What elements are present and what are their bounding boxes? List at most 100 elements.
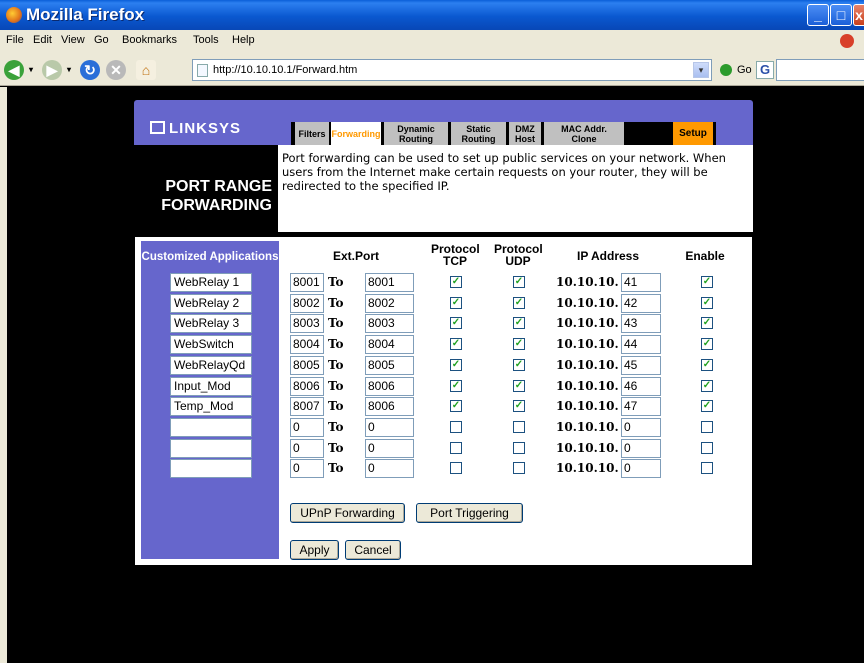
ip-last-octet-input[interactable]: 44 — [621, 335, 661, 355]
reload-icon[interactable]: ↻ — [80, 60, 100, 80]
start-port-input[interactable]: 0 — [290, 438, 324, 458]
end-port-input[interactable]: 8004 — [365, 335, 414, 355]
url-bar[interactable]: http://10.10.10.1/Forward.htm ▾ — [192, 59, 712, 81]
ip-last-octet-input[interactable]: 42 — [621, 293, 661, 313]
tcp-checkbox[interactable]: ✓ — [450, 358, 462, 371]
tab-mac-addr-clone[interactable]: MAC Addr. Clone — [544, 122, 624, 145]
app-name-input[interactable] — [170, 417, 252, 437]
enable-checkbox[interactable]: ✓ — [701, 317, 713, 330]
ip-last-octet-input[interactable]: 0 — [621, 459, 661, 479]
tab-forwarding[interactable]: Forwarding — [331, 122, 381, 145]
tcp-checkbox[interactable]: ✓ — [450, 400, 462, 413]
end-port-input[interactable]: 8005 — [365, 355, 414, 375]
home-icon[interactable]: ⌂ — [136, 60, 156, 80]
udp-checkbox[interactable]: ✓ — [513, 338, 525, 351]
enable-checkbox[interactable] — [701, 420, 713, 433]
end-port-input[interactable]: 8006 — [365, 397, 414, 417]
menu-help[interactable]: Help — [232, 34, 255, 46]
start-port-input[interactable]: 8007 — [290, 397, 324, 417]
tcp-checkbox[interactable]: ✓ — [450, 338, 462, 351]
udp-checkbox[interactable]: ✓ — [513, 317, 525, 330]
end-port-input[interactable]: 0 — [365, 459, 414, 479]
menu-file[interactable]: File — [6, 34, 24, 46]
start-port-input[interactable]: 0 — [290, 459, 324, 479]
ip-last-octet-input[interactable]: 45 — [621, 355, 661, 375]
forward-icon[interactable]: ▶ — [42, 60, 62, 80]
menu-view[interactable]: View — [61, 34, 85, 46]
ip-last-octet-input[interactable]: 0 — [621, 417, 661, 437]
ip-last-octet-input[interactable]: 0 — [621, 438, 661, 458]
tab-static-routing[interactable]: Static Routing — [451, 122, 506, 145]
menu-bookmarks[interactable]: Bookmarks — [122, 34, 177, 46]
tcp-checkbox[interactable]: ✓ — [450, 276, 462, 288]
end-port-input[interactable]: 8002 — [365, 293, 414, 313]
tcp-checkbox[interactable]: ✓ — [450, 317, 462, 330]
start-port-input[interactable]: 0 — [290, 417, 324, 437]
menu-go[interactable]: Go — [94, 34, 109, 46]
tab-dynamic-routing[interactable]: Dynamic Routing — [384, 122, 448, 145]
maximize-button[interactable]: □ — [830, 4, 852, 26]
ip-last-octet-input[interactable]: 47 — [621, 397, 661, 417]
port-triggering-button[interactable]: Port Triggering — [416, 503, 523, 523]
stop-icon[interactable]: ✕ — [106, 60, 126, 80]
end-port-input[interactable]: 8001 — [365, 273, 414, 292]
ip-last-octet-input[interactable]: 41 — [621, 273, 661, 292]
start-port-input[interactable]: 8006 — [290, 376, 324, 396]
search-engine-icon[interactable]: G — [756, 61, 774, 79]
start-port-input[interactable]: 8001 — [290, 273, 324, 292]
ip-last-octet-input[interactable]: 43 — [621, 314, 661, 334]
udp-checkbox[interactable]: ✓ — [513, 276, 525, 288]
ip-last-octet-input[interactable]: 46 — [621, 376, 661, 396]
enable-checkbox[interactable]: ✓ — [701, 379, 713, 392]
enable-checkbox[interactable]: ✓ — [701, 276, 713, 288]
cancel-button[interactable]: Cancel — [345, 540, 401, 560]
enable-checkbox[interactable]: ✓ — [701, 296, 713, 309]
enable-checkbox[interactable]: ✓ — [701, 358, 713, 371]
app-name-input[interactable]: WebSwitch — [170, 335, 252, 355]
app-name-input[interactable] — [170, 459, 252, 479]
tab-setup[interactable]: Setup — [673, 122, 713, 145]
udp-checkbox[interactable] — [513, 441, 525, 454]
go-button[interactable]: Go — [737, 64, 752, 76]
end-port-input[interactable]: 0 — [365, 417, 414, 437]
app-name-input[interactable]: WebRelay 1 — [170, 273, 252, 292]
tcp-checkbox[interactable]: ✓ — [450, 379, 462, 392]
udp-checkbox[interactable]: ✓ — [513, 400, 525, 413]
start-port-input[interactable]: 8003 — [290, 314, 324, 334]
tcp-checkbox[interactable] — [450, 441, 462, 454]
app-name-input[interactable]: Input_Mod — [170, 376, 252, 396]
udp-checkbox[interactable] — [513, 420, 525, 433]
app-name-input[interactable]: WebRelay 3 — [170, 314, 252, 334]
go-icon[interactable] — [720, 64, 732, 76]
enable-checkbox[interactable]: ✓ — [701, 338, 713, 351]
minimize-button[interactable]: _ — [807, 4, 829, 26]
tcp-checkbox[interactable] — [450, 420, 462, 433]
end-port-input[interactable]: 8003 — [365, 314, 414, 334]
forward-dropdown-icon[interactable]: ▾ — [64, 60, 74, 80]
udp-checkbox[interactable] — [513, 462, 525, 475]
menu-tools[interactable]: Tools — [193, 34, 219, 46]
start-port-input[interactable]: 8005 — [290, 355, 324, 375]
udp-checkbox[interactable]: ✓ — [513, 379, 525, 392]
search-input[interactable] — [776, 59, 864, 81]
tab-filters[interactable]: Filters — [295, 122, 329, 145]
udp-checkbox[interactable]: ✓ — [513, 358, 525, 371]
back-icon[interactable]: ◀ — [4, 60, 24, 80]
app-name-input[interactable]: Temp_Mod — [170, 397, 252, 417]
start-port-input[interactable]: 8002 — [290, 293, 324, 313]
tcp-checkbox[interactable]: ✓ — [450, 296, 462, 309]
apply-button[interactable]: Apply — [290, 540, 339, 560]
tcp-checkbox[interactable] — [450, 462, 462, 475]
tab-dmz-host[interactable]: DMZ Host — [509, 122, 541, 145]
app-name-input[interactable] — [170, 438, 252, 458]
udp-checkbox[interactable]: ✓ — [513, 296, 525, 309]
end-port-input[interactable]: 8006 — [365, 376, 414, 396]
upnp-forwarding-button[interactable]: UPnP Forwarding — [290, 503, 405, 523]
app-name-input[interactable]: WebRelayQd — [170, 355, 252, 375]
app-name-input[interactable]: WebRelay 2 — [170, 293, 252, 313]
menu-edit[interactable]: Edit — [33, 34, 52, 46]
enable-checkbox[interactable] — [701, 462, 713, 475]
back-dropdown-icon[interactable]: ▾ — [26, 60, 36, 80]
start-port-input[interactable]: 8004 — [290, 335, 324, 355]
end-port-input[interactable]: 0 — [365, 438, 414, 458]
